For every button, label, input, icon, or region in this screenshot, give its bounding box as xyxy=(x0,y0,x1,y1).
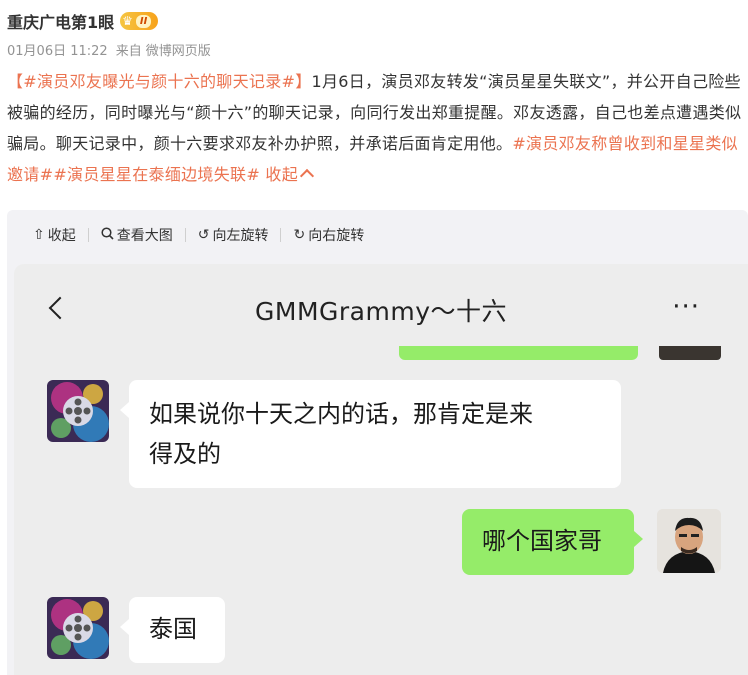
post-source: 微博网页版 xyxy=(145,43,211,59)
toolbar-divider xyxy=(280,228,282,242)
source-prefix: 来自 xyxy=(115,43,142,59)
author-name[interactable]: 重庆广电第1眼 xyxy=(7,9,114,33)
partial-message-bubble xyxy=(399,346,638,360)
partial-avatar xyxy=(659,346,721,360)
chat-header: GMMGrammy～十六 ··· xyxy=(14,264,748,350)
message-bubble-outgoing[interactable]: 哪个国家哥 xyxy=(462,509,643,575)
post-author-row: 重庆广电第1眼 ♛ II xyxy=(7,8,159,34)
vip-level: II xyxy=(135,14,152,28)
rotate-right-button[interactable]: ↻ 向右旋转 xyxy=(293,225,364,245)
post-text: 【#演员邓友曝光与颜十六的聊天记录#】1月6日，演员邓友转发“演员星星失联文”，… xyxy=(7,66,742,190)
collapse-link[interactable]: 收起 xyxy=(265,165,315,184)
user-avatar xyxy=(657,509,721,573)
magnifier-icon xyxy=(101,226,114,244)
hashtag-link[interactable]: #演员星星在泰缅边境失联# xyxy=(53,165,260,184)
message-bubble-incoming[interactable]: 如果说你十天之内的话，那肯定是来 得及的 xyxy=(120,380,621,488)
contact-avatar xyxy=(47,597,109,659)
toolbar-divider xyxy=(87,228,89,242)
collapse-label: 收起 xyxy=(265,165,299,184)
rotate-left-button[interactable]: ↺ 向左旋转 xyxy=(198,225,269,245)
crown-icon: ♛ xyxy=(122,14,133,28)
rotate-left-icon: ↺ xyxy=(197,227,210,243)
message-line: 如果说你十天之内的话，那肯定是来 xyxy=(149,400,533,428)
chat-screenshot[interactable]: GMMGrammy～十六 ··· 如果说你十天之内的话，那肯定是来 得及的 哪个… xyxy=(14,264,748,675)
view-large-button[interactable]: 查看大图 xyxy=(101,225,173,245)
post-date[interactable]: 01月06日 11:22 xyxy=(7,40,108,59)
image-viewer: ⇧ 收起 查看大图 ↺ 向左旋转 ↻ 向右旋转 GMMGrammy～十六 ··· xyxy=(7,210,748,675)
message-line: 哪个国家哥 xyxy=(482,527,602,555)
toolbar-divider xyxy=(184,228,186,242)
rotate-left-label: 向左旋转 xyxy=(212,228,269,244)
hashtag-link[interactable]: 【#演员邓友曝光与颜十六的聊天记录#】 xyxy=(7,72,312,91)
rotate-right-icon: ↻ xyxy=(293,227,306,243)
rotate-right-label: 向右旋转 xyxy=(308,228,365,244)
chat-title: GMMGrammy～十六 xyxy=(255,297,507,326)
post-meta: 01月06日 11:22 来自 微博网页版 xyxy=(7,38,211,60)
collapse-image-label: 收起 xyxy=(47,228,76,244)
upload-arrow-icon: ⇧ xyxy=(33,227,45,243)
contact-avatar xyxy=(47,380,109,442)
collapse-image-button[interactable]: ⇧ 收起 xyxy=(33,225,76,245)
view-large-label: 查看大图 xyxy=(116,228,173,244)
more-icon: ··· xyxy=(672,292,700,322)
chevron-up-icon xyxy=(299,168,315,184)
message-bubble-incoming[interactable]: 泰国 xyxy=(120,597,225,663)
vip-badge[interactable]: ♛ II xyxy=(120,12,159,30)
message-line: 得及的 xyxy=(149,440,221,468)
image-toolbar: ⇧ 收起 查看大图 ↺ 向左旋转 ↻ 向右旋转 xyxy=(7,210,748,260)
message-line: 泰国 xyxy=(149,615,197,643)
